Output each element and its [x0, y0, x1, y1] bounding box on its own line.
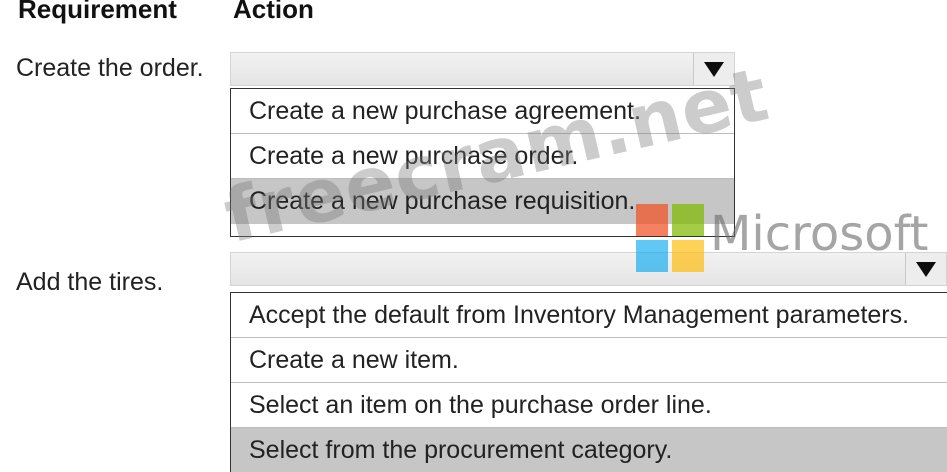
- action-column-header: Action: [233, 0, 314, 24]
- dropdown-toggle-button[interactable]: [693, 53, 734, 85]
- dropdown-toggle-button[interactable]: [905, 253, 946, 285]
- dropdown-option[interactable]: Select an item on the purchase order lin…: [231, 383, 947, 428]
- action-select-add-tires[interactable]: [230, 252, 947, 286]
- dropdown-option[interactable]: Create a new item.: [231, 338, 947, 383]
- dropdown-option[interactable]: Create a new purchase order.: [231, 134, 734, 179]
- requirement-label-create-order: Create the order.: [16, 54, 204, 82]
- dropdown-option[interactable]: Accept the default from Inventory Manage…: [231, 293, 947, 338]
- dropdown-list-create-order: Create a new purchase agreement. Create …: [230, 88, 735, 237]
- dropdown-option-highlighted[interactable]: Create a new purchase requisition.: [231, 179, 734, 224]
- dropdown-option-highlighted[interactable]: Select from the procurement category.: [231, 428, 947, 472]
- requirement-column-header: Requirement: [18, 0, 177, 24]
- dropdown-list-add-tires: Accept the default from Inventory Manage…: [230, 292, 947, 472]
- chevron-down-icon: [704, 61, 724, 77]
- chevron-down-icon: [916, 261, 936, 277]
- dropdown-option[interactable]: Create a new purchase agreement.: [231, 89, 734, 134]
- requirement-label-add-tires: Add the tires.: [16, 268, 164, 296]
- action-select-create-order[interactable]: [230, 52, 735, 86]
